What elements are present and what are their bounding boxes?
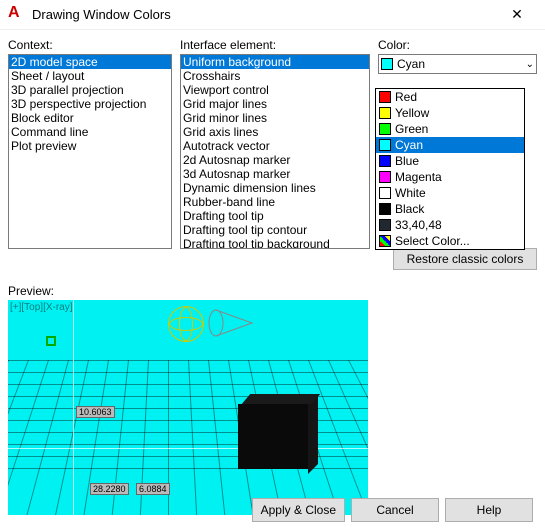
coord-readout-3: 6.0884 — [136, 483, 170, 495]
color-option-label: Red — [395, 90, 417, 104]
context-listbox[interactable]: 2D model spaceSheet / layout3D parallel … — [8, 54, 172, 249]
color-option-label: Green — [395, 122, 428, 136]
swatch-icon — [379, 171, 391, 183]
color-option[interactable]: Magenta — [376, 169, 524, 185]
color-option-label: Cyan — [395, 138, 423, 152]
swatch-icon — [379, 203, 391, 215]
color-option[interactable]: Yellow — [376, 105, 524, 121]
color-option[interactable]: Cyan — [376, 137, 524, 153]
preview-cube — [238, 404, 308, 469]
swatch-icon — [379, 155, 391, 167]
preview-label: Preview: — [8, 284, 545, 298]
coord-readout-1: 10.6063 — [76, 406, 115, 418]
list-item[interactable]: Sheet / layout — [9, 69, 171, 83]
preview-pane: [+][Top][X-ray] 10.6063 28.2280 6.0884 — [8, 300, 368, 515]
color-option[interactable]: 33,40,48 — [376, 217, 524, 233]
list-item[interactable]: Grid minor lines — [181, 111, 369, 125]
coord-readout-2: 28.2280 — [90, 483, 129, 495]
list-item[interactable]: Command line — [9, 125, 171, 139]
swatch-icon — [379, 187, 391, 199]
list-item[interactable]: Dynamic dimension lines — [181, 181, 369, 195]
color-column: Color: Cyan ⌄ Red Yellow Green Cyan Blue Mage… — [378, 38, 537, 270]
window-title: Drawing Window Colors — [32, 7, 497, 22]
list-item[interactable]: Viewport control — [181, 83, 369, 97]
list-item[interactable]: 2D model space — [9, 55, 171, 69]
interface-column: Interface element: Uniform backgroundCro… — [180, 38, 370, 270]
list-item[interactable]: 2d Autosnap marker — [181, 153, 369, 167]
list-item[interactable]: Block editor — [9, 111, 171, 125]
swatch-icon — [379, 91, 391, 103]
list-item[interactable]: Grid axis lines — [181, 125, 369, 139]
crosshair-v — [73, 300, 74, 515]
color-combobox[interactable]: Cyan ⌄ — [378, 54, 537, 74]
color-label: Color: — [378, 38, 537, 52]
dialog-footer: Apply & Close Cancel Help — [252, 498, 533, 522]
ucs-icon — [46, 336, 56, 346]
chevron-down-icon: ⌄ — [526, 59, 534, 70]
color-option-label: White — [395, 186, 426, 200]
list-item[interactable]: Drafting tool tip — [181, 209, 369, 223]
list-item[interactable]: 3d Autosnap marker — [181, 167, 369, 181]
list-item[interactable]: Uniform background — [181, 55, 369, 69]
app-icon — [8, 6, 26, 24]
cancel-button[interactable]: Cancel — [351, 498, 439, 522]
interface-listbox[interactable]: Uniform backgroundCrosshairsViewport con… — [180, 54, 370, 249]
color-option-label: Black — [395, 202, 424, 216]
color-combo-label: Cyan — [397, 57, 425, 71]
list-item[interactable]: Plot preview — [9, 139, 171, 153]
wire-cone-icon — [208, 306, 254, 340]
context-label: Context: — [8, 38, 172, 52]
swatch-icon — [379, 123, 391, 135]
swatch-icon — [379, 107, 391, 119]
list-item[interactable]: Autotrack vector — [181, 139, 369, 153]
color-option-label: Magenta — [395, 170, 442, 184]
color-option[interactable]: Green — [376, 121, 524, 137]
list-item[interactable]: Grid major lines — [181, 97, 369, 111]
list-item[interactable]: Rubber-band line — [181, 195, 369, 209]
color-option-label: Select Color... — [395, 234, 470, 248]
color-option[interactable]: White — [376, 185, 524, 201]
list-item[interactable]: Drafting tool tip contour — [181, 223, 369, 237]
color-option[interactable]: Black — [376, 201, 524, 217]
preview-hud: [+][Top][X-ray] — [10, 302, 73, 313]
color-dropdown-list[interactable]: Red Yellow Green Cyan Blue Magenta White Black 3… — [375, 88, 525, 250]
color-option[interactable]: Blue — [376, 153, 524, 169]
color-option-label: 33,40,48 — [395, 218, 442, 232]
color-option[interactable]: Red — [376, 89, 524, 105]
swatch-icon — [379, 235, 391, 247]
list-item[interactable]: Crosshairs — [181, 69, 369, 83]
apply-close-button[interactable]: Apply & Close — [252, 498, 345, 522]
swatch-icon — [379, 139, 391, 151]
list-item[interactable]: Drafting tool tip background — [181, 237, 369, 249]
list-item[interactable]: 3D perspective projection — [9, 97, 171, 111]
color-swatch — [381, 58, 393, 70]
interface-label: Interface element: — [180, 38, 370, 52]
color-option-label: Yellow — [395, 106, 429, 120]
wire-sphere-icon — [168, 306, 204, 342]
swatch-icon — [379, 219, 391, 231]
color-option[interactable]: Select Color... — [376, 233, 524, 249]
context-column: Context: 2D model spaceSheet / layout3D … — [8, 38, 172, 270]
help-button[interactable]: Help — [445, 498, 533, 522]
close-button[interactable]: ✕ — [497, 1, 537, 29]
list-item[interactable]: 3D parallel projection — [9, 83, 171, 97]
color-option-label: Blue — [395, 154, 419, 168]
titlebar: Drawing Window Colors ✕ — [0, 0, 545, 30]
restore-classic-button[interactable]: Restore classic colors — [393, 248, 537, 270]
